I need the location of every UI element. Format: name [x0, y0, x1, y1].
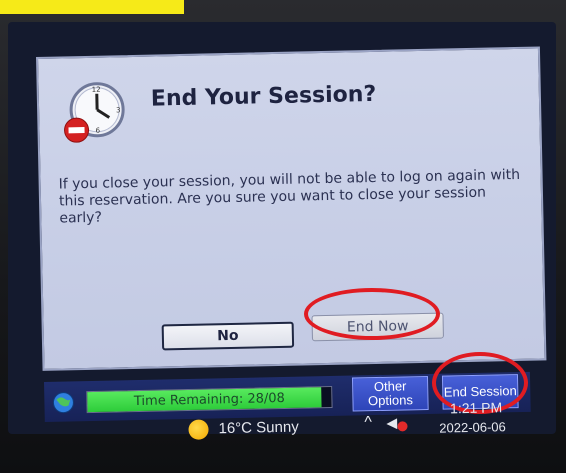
- screen: 12 3 6 End Your Session? If you close yo…: [8, 22, 556, 434]
- svg-text:3: 3: [116, 106, 121, 114]
- annotation-circle-end-now: [304, 288, 440, 340]
- weather-text[interactable]: 16°C Sunny: [218, 419, 299, 438]
- svg-text:6: 6: [95, 127, 100, 135]
- system-tray: 16°C Sunny ^ ◀ 1:21 PM 2022-06-06: [180, 396, 541, 446]
- end-session-dialog: 12 3 6 End Your Session? If you close yo…: [36, 46, 547, 371]
- svg-text:12: 12: [92, 86, 101, 94]
- no-button[interactable]: No: [161, 321, 295, 351]
- mute-indicator: [397, 421, 408, 432]
- dialog-message: If you close your session, you will not …: [58, 166, 521, 227]
- speaker-muted-icon[interactable]: ◀: [386, 414, 397, 431]
- chevron-up-icon[interactable]: ^: [364, 414, 372, 432]
- clock-time[interactable]: 1:21 PM: [436, 399, 516, 417]
- globe-icon: [52, 392, 74, 414]
- sun-icon: [188, 419, 209, 440]
- yellow-highlight: [0, 0, 184, 14]
- clock-icon: 12 3 6: [64, 82, 125, 143]
- clock-date[interactable]: 2022-06-06: [426, 419, 518, 436]
- dialog-title: End Your Session?: [150, 81, 377, 112]
